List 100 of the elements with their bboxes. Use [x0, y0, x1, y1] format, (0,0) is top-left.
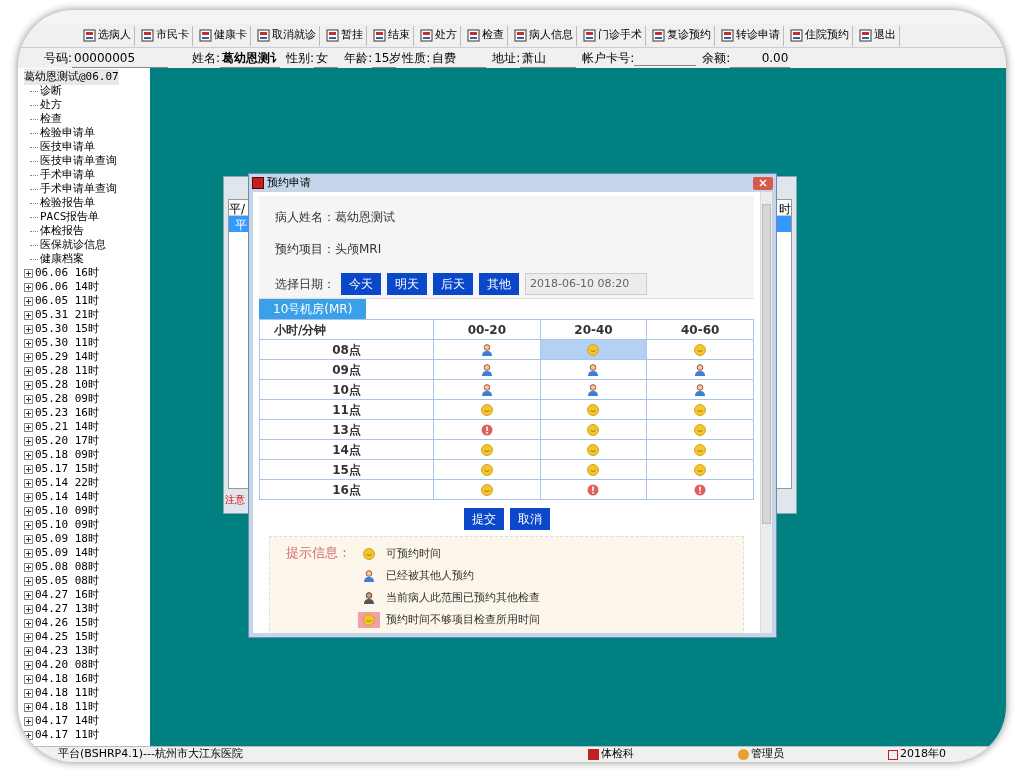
expand-icon[interactable]	[24, 282, 33, 292]
expand-icon[interactable]	[24, 660, 33, 670]
expand-icon[interactable]	[24, 338, 33, 348]
dialog-button[interactable]: 取消	[509, 508, 550, 530]
person-icon	[694, 363, 707, 376]
document-icon	[790, 29, 803, 42]
toolbar-button[interactable]: 取消就诊	[254, 25, 320, 46]
toolbar-button[interactable]: 病人信息	[511, 25, 577, 46]
time-slot[interactable]	[433, 359, 541, 380]
calendar-icon	[888, 749, 898, 760]
toolbar-button[interactable]: 选病人	[80, 25, 135, 46]
expand-icon[interactable]	[24, 310, 33, 320]
toolbar-button[interactable]: 住院预约	[787, 25, 853, 46]
toolbar-button[interactable]: 检查	[464, 25, 508, 46]
date-button[interactable]: 其他	[479, 273, 519, 295]
column-header: 时	[779, 201, 791, 215]
expand-icon[interactable]	[24, 674, 33, 684]
expand-icon[interactable]	[24, 702, 33, 712]
time-slot[interactable]	[646, 359, 754, 380]
dialog-title: 预约申请	[267, 174, 312, 191]
time-slot[interactable]	[646, 379, 754, 400]
alert-icon	[587, 483, 600, 496]
smiley-icon	[480, 443, 493, 456]
document-icon	[199, 29, 212, 42]
expand-icon[interactable]	[24, 492, 33, 502]
tree-item[interactable]: 葛幼恩测试@06.07	[24, 68, 119, 86]
expand-icon[interactable]	[24, 478, 33, 488]
toolbar-button[interactable]: 退出	[856, 25, 900, 46]
hour-cell: 13点	[259, 419, 434, 440]
time-slot[interactable]	[540, 479, 647, 500]
field-value: 00000005	[72, 48, 169, 68]
expand-icon[interactable]	[24, 296, 33, 306]
date-button[interactable]: 明天	[387, 273, 427, 295]
toolbar-button[interactable]: 复诊预约	[649, 25, 715, 46]
expand-icon[interactable]	[24, 520, 33, 530]
smiley-icon	[694, 443, 707, 456]
expand-icon[interactable]	[24, 688, 33, 698]
time-slot[interactable]	[433, 339, 541, 360]
date-button[interactable]: 后天	[433, 273, 473, 295]
expand-icon[interactable]	[24, 590, 33, 600]
expand-icon[interactable]	[24, 380, 33, 390]
expand-icon[interactable]	[24, 632, 33, 642]
expand-icon[interactable]	[24, 646, 33, 656]
expand-icon[interactable]	[24, 506, 33, 516]
smiley-icon	[587, 423, 600, 436]
expand-icon[interactable]	[24, 618, 33, 628]
person-icon	[694, 383, 707, 396]
expand-icon[interactable]	[24, 352, 33, 362]
smiley-icon	[587, 343, 600, 356]
time-slot[interactable]	[433, 379, 541, 400]
expand-icon[interactable]	[24, 268, 33, 278]
dialog-button[interactable]: 提交	[463, 508, 504, 530]
smiley-icon	[480, 483, 493, 496]
expand-icon[interactable]	[24, 394, 33, 404]
scrollbar[interactable]	[760, 192, 772, 633]
expand-icon[interactable]	[24, 548, 33, 558]
toolbar-button[interactable]: 结束	[370, 25, 414, 46]
smiley-icon	[587, 443, 600, 456]
expand-icon[interactable]	[24, 716, 33, 726]
status-text: 2018年0	[900, 746, 946, 762]
field-label: 帐户卡号:	[582, 50, 635, 67]
user-icon	[738, 749, 749, 760]
smiley-icon	[587, 463, 600, 476]
time-slot[interactable]	[433, 419, 541, 440]
expand-icon[interactable]	[24, 730, 33, 740]
toolbar-button[interactable]: 暂挂	[323, 25, 367, 46]
expand-icon[interactable]	[24, 534, 33, 544]
warning-text: 注意	[225, 493, 245, 507]
expand-icon[interactable]	[24, 450, 33, 460]
expand-icon[interactable]	[24, 422, 33, 432]
document-icon	[514, 29, 527, 42]
expand-icon[interactable]	[24, 366, 33, 376]
app-icon	[252, 177, 264, 189]
document-icon	[721, 29, 734, 42]
time-slot[interactable]	[540, 359, 647, 380]
expand-icon[interactable]	[24, 464, 33, 474]
smiley-icon	[694, 343, 707, 356]
toolbar-button[interactable]: 转诊申请	[718, 25, 784, 46]
close-button[interactable]	[753, 176, 773, 190]
column-header: 40-60	[646, 319, 754, 340]
date-button[interactable]: 今天	[341, 273, 381, 295]
time-slot[interactable]	[646, 479, 754, 500]
expand-icon[interactable]	[24, 324, 33, 334]
person-icon	[480, 383, 493, 396]
hour-cell: 14点	[259, 439, 434, 460]
hour-cell: 16点	[259, 479, 434, 500]
person-icon	[480, 363, 493, 376]
toolbar-button[interactable]: 门诊手术	[580, 25, 646, 46]
item-label: 预约项目：	[275, 241, 335, 258]
expand-icon[interactable]	[24, 604, 33, 614]
toolbar-button[interactable]: 处方	[417, 25, 461, 46]
smiley-icon	[480, 403, 493, 416]
expand-icon[interactable]	[24, 562, 33, 572]
expand-icon[interactable]	[24, 576, 33, 586]
expand-icon[interactable]	[24, 408, 33, 418]
time-slot[interactable]	[540, 379, 647, 400]
expand-icon[interactable]	[24, 436, 33, 446]
date-field[interactable]: 2018-06-10 08:20	[525, 273, 647, 295]
toolbar-button[interactable]: 健康卡	[196, 25, 251, 46]
toolbar-button[interactable]: 市民卡	[138, 25, 193, 46]
